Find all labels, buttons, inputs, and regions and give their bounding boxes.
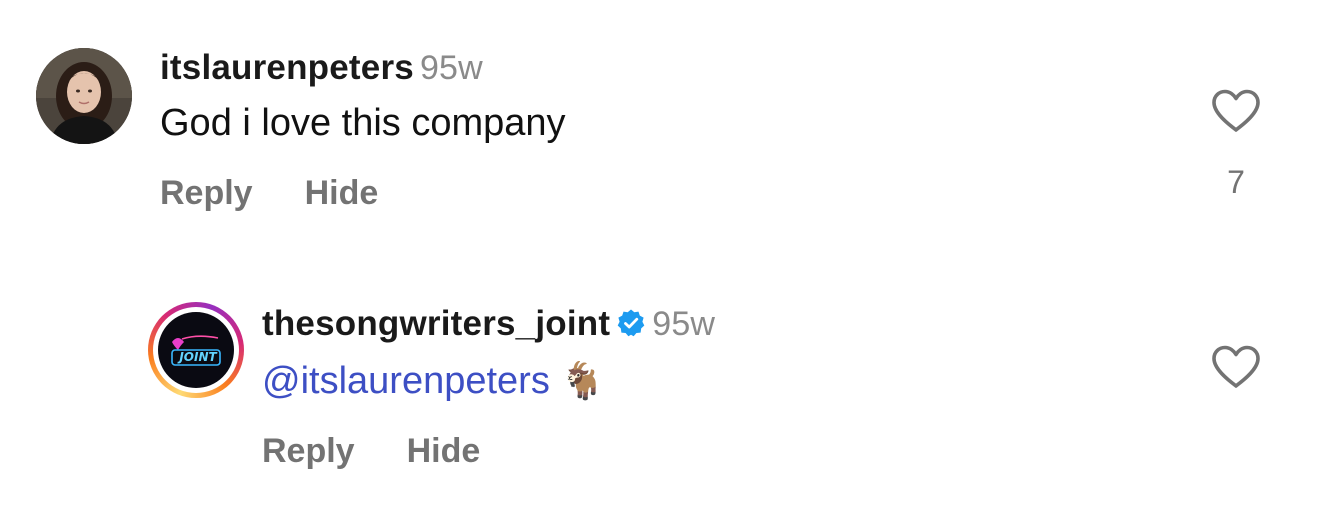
hide-button[interactable]: Hide bbox=[407, 432, 481, 470]
heart-icon bbox=[1212, 89, 1260, 132]
goat-emoji: 🐐 bbox=[560, 360, 606, 401]
verified-badge-icon bbox=[616, 307, 646, 347]
avatar-logo-text: JOINT bbox=[179, 350, 217, 364]
like-count: 7 bbox=[1227, 164, 1245, 200]
comment-header: thesongwriters_joint 95w bbox=[262, 304, 715, 347]
comment-actions: Reply Hide bbox=[160, 174, 378, 213]
comment-text: @itslaurenpeters 🐐 bbox=[262, 360, 605, 403]
reply-button[interactable]: Reply bbox=[262, 432, 355, 470]
username[interactable]: thesongwriters_joint bbox=[262, 304, 610, 343]
comment-text: God i love this company bbox=[160, 102, 566, 144]
timestamp: 95w bbox=[419, 49, 483, 87]
avatar-photo bbox=[36, 48, 132, 144]
comment-actions: Reply Hide bbox=[262, 432, 480, 471]
avatar[interactable] bbox=[36, 48, 132, 144]
username[interactable]: itslaurenpeters bbox=[160, 48, 414, 87]
heart-icon bbox=[1212, 345, 1260, 388]
timestamp: 95w bbox=[652, 305, 716, 343]
like-button[interactable] bbox=[1210, 344, 1262, 395]
hide-button[interactable]: Hide bbox=[305, 174, 379, 212]
comment-header: itslaurenpeters 95w bbox=[160, 48, 483, 88]
mention-link[interactable]: @itslaurenpeters bbox=[262, 360, 550, 402]
like-button[interactable] bbox=[1210, 88, 1262, 139]
avatar[interactable]: JOINT bbox=[148, 302, 244, 398]
reply-button[interactable]: Reply bbox=[160, 174, 253, 212]
